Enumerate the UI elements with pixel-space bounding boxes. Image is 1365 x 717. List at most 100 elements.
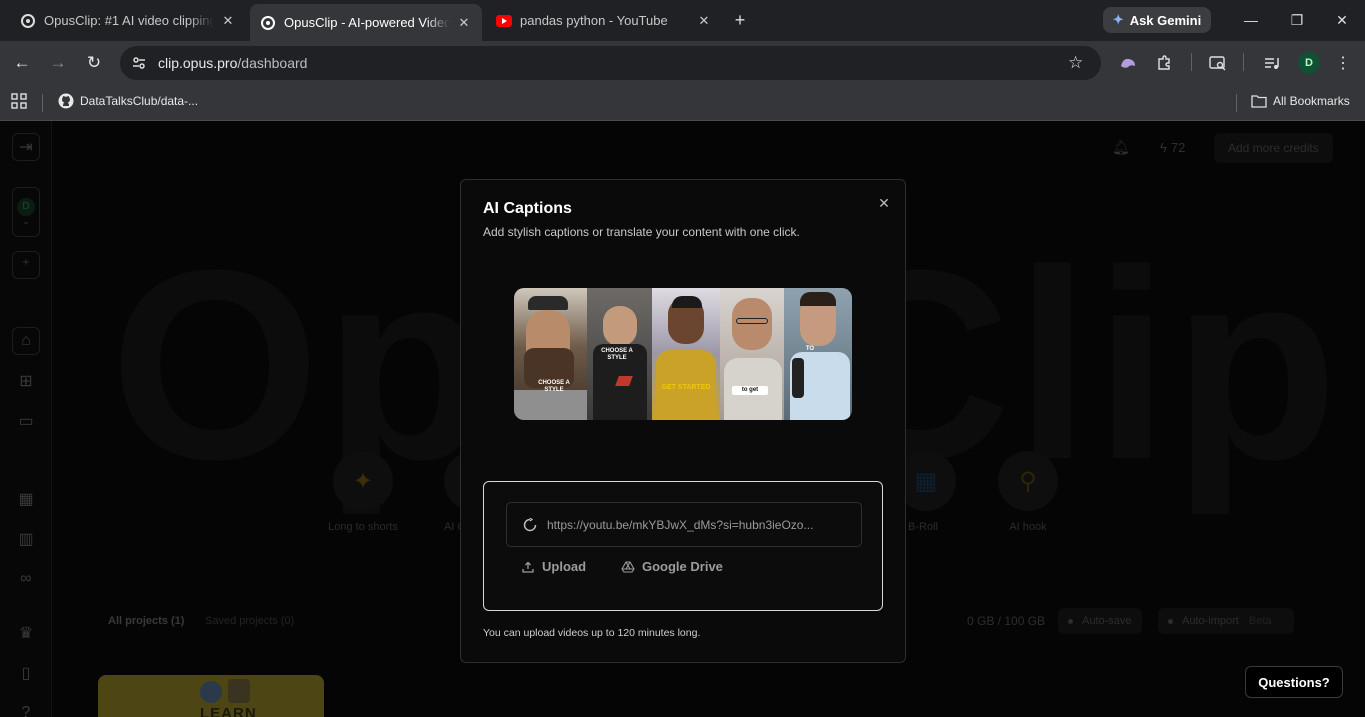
media-controls-icon[interactable]: [1262, 53, 1282, 73]
site-settings-icon[interactable]: [128, 52, 150, 74]
preview-frame: CHOOSE A STYLE: [514, 288, 587, 420]
tab-all-projects[interactable]: All projects (1): [108, 615, 184, 627]
auto-import-label: Auto-import: [1182, 615, 1239, 627]
extensions-icon[interactable]: [1154, 53, 1174, 73]
lightning-icon: ϟ: [1160, 140, 1167, 155]
loading-spinner-icon: [523, 517, 537, 532]
folder-icon: [1251, 93, 1267, 109]
project-thumbnail[interactable]: LEARN: [98, 675, 324, 717]
url-host: clip.opus.pro: [158, 55, 238, 71]
book-icon[interactable]: ▯: [12, 659, 40, 687]
storage-usage: 0 GB / 100 GB: [967, 614, 1046, 628]
preview-caption: GET STARTED: [661, 384, 711, 391]
questions-button[interactable]: Questions?: [1245, 666, 1343, 698]
google-drive-label: Google Drive: [642, 559, 723, 574]
ask-gemini-label: Ask Gemini: [1129, 12, 1202, 28]
bookmark-label: DataTalksClub/data-...: [80, 94, 199, 108]
video-url-field[interactable]: [506, 502, 862, 547]
url-path: /dashboard: [237, 55, 308, 71]
upload-button[interactable]: Upload: [521, 559, 586, 574]
add-member-icon[interactable]: ⁺: [12, 251, 40, 279]
tab-opusclip-dashboard[interactable]: OpusClip - AI-powered Video R ✕: [250, 4, 482, 41]
ask-gemini-button[interactable]: ✦ Ask Gemini: [1103, 7, 1211, 33]
python-logo-icon: [200, 681, 222, 703]
back-arrow-icon[interactable]: ←: [10, 51, 34, 75]
kebab-menu-icon[interactable]: ⋮: [1333, 53, 1353, 73]
upload-icon: [521, 560, 535, 574]
preview-caption: CHOOSE A STYLE: [601, 348, 633, 361]
bookmark-divider: [42, 94, 43, 112]
tab-close-icon[interactable]: ✕: [696, 13, 712, 29]
presenter-avatar: [228, 679, 250, 703]
beta-badge: Beta: [1248, 615, 1272, 627]
sparkle-icon: ✦: [333, 451, 393, 511]
gemini-sparkle-icon: ✦: [1112, 12, 1124, 27]
url-text: clip.opus.pro/dashboard: [158, 55, 307, 71]
captions-preview-image: CHOOSE A STYLE CHOOSE A STYLE GET STARTE…: [514, 288, 852, 420]
forward-arrow-icon[interactable]: →: [46, 51, 70, 75]
link-icon[interactable]: ∞: [12, 565, 40, 593]
tool-label: B-Roll: [908, 521, 938, 533]
apps-icon[interactable]: ⊞: [12, 367, 40, 395]
apps-grid-icon[interactable]: [11, 93, 27, 109]
tool-label: AI hook: [1009, 521, 1047, 533]
close-icon[interactable]: ✕: [873, 192, 895, 214]
tool-ai-hook[interactable]: ⚲ AI hook: [983, 451, 1073, 533]
notification-bell-icon[interactable]: 🔔︎: [1112, 139, 1130, 156]
window-close-icon[interactable]: ✕: [1332, 10, 1352, 30]
bookmark-star-icon[interactable]: ☆: [1068, 53, 1083, 73]
preview-frame: to get: [720, 288, 784, 420]
thumbnail-text: LEARN: [200, 705, 257, 717]
restore-icon[interactable]: ❐: [1287, 10, 1307, 30]
modal-title: AI Captions: [483, 200, 572, 217]
github-icon: [58, 93, 74, 109]
tab-saved-projects[interactable]: Saved projects (0): [205, 615, 294, 627]
tab-title: OpusClip - AI-powered Video R: [284, 15, 450, 30]
minimize-icon[interactable]: —: [1241, 10, 1261, 30]
workspace-switcher[interactable]: D ⌄: [12, 187, 40, 237]
hook-icon: ⚲: [998, 451, 1058, 511]
profile-avatar[interactable]: D: [1298, 52, 1320, 74]
auto-save-toggle[interactable]: Auto-save: [1058, 608, 1142, 634]
tool-long-to-shorts[interactable]: ✦ Long to shorts: [318, 451, 408, 533]
preview-frame: TO: [784, 288, 852, 420]
tab-title: OpusClip: #1 AI video clipping a: [44, 13, 214, 28]
youtube-favicon: [496, 13, 512, 29]
google-drive-icon: [621, 560, 635, 574]
sidebar: ⇥ D ⌄ ⁺ ⌂ ⊞ ▭ ▦ ▥ ∞ ♛ ▯ ?: [0, 121, 52, 717]
google-drive-button[interactable]: Google Drive: [621, 559, 723, 574]
status-dot: [1168, 618, 1173, 624]
help-icon[interactable]: ?: [12, 699, 40, 717]
home-icon[interactable]: ⌂: [12, 327, 40, 355]
credits-counter[interactable]: ϟ 72: [1160, 140, 1185, 155]
crown-icon[interactable]: ♛: [12, 619, 40, 647]
upload-dropzone[interactable]: Upload Google Drive: [483, 481, 883, 611]
extension-puzzle-icon[interactable]: [1118, 53, 1138, 73]
modal-subtitle: Add stylish captions or translate your c…: [483, 225, 800, 239]
new-tab-plus-icon[interactable]: +: [730, 10, 750, 30]
analytics-icon[interactable]: ▥: [12, 525, 40, 553]
address-bar[interactable]: clip.opus.pro/dashboard ☆: [120, 46, 1101, 80]
opusclip-favicon: [20, 13, 36, 29]
all-bookmarks-button[interactable]: All Bookmarks: [1251, 93, 1350, 109]
bookmark-datatalksclub[interactable]: DataTalksClub/data-...: [58, 93, 198, 109]
tab-close-icon[interactable]: ✕: [456, 15, 472, 31]
add-more-credits-button[interactable]: Add more credits: [1214, 133, 1333, 163]
video-url-input[interactable]: [547, 517, 847, 532]
folder-icon[interactable]: ▭: [12, 407, 40, 435]
tab-search-icon[interactable]: [1208, 53, 1228, 73]
tab-close-icon[interactable]: ✕: [220, 13, 236, 29]
tab-youtube[interactable]: pandas python - YouTube ✕: [486, 4, 722, 37]
auto-import-toggle[interactable]: Auto-import Beta: [1158, 608, 1294, 634]
credits-value: 72: [1170, 140, 1186, 155]
tab-title: pandas python - YouTube: [520, 13, 668, 28]
expand-sidebar-icon[interactable]: ⇥: [12, 133, 40, 161]
browser-tab-bar: OpusClip: #1 AI video clipping a ✕ OpusC…: [0, 0, 1365, 41]
reload-icon[interactable]: ↻: [82, 51, 106, 75]
preview-caption: to get: [732, 386, 768, 395]
tab-opusclip-home[interactable]: OpusClip: #1 AI video clipping a ✕: [10, 4, 246, 37]
all-bookmarks-label: All Bookmarks: [1273, 94, 1350, 108]
calendar-icon[interactable]: ▦: [12, 485, 40, 513]
workspace-avatar: D: [17, 197, 35, 216]
preview-caption: TO: [805, 346, 815, 352]
